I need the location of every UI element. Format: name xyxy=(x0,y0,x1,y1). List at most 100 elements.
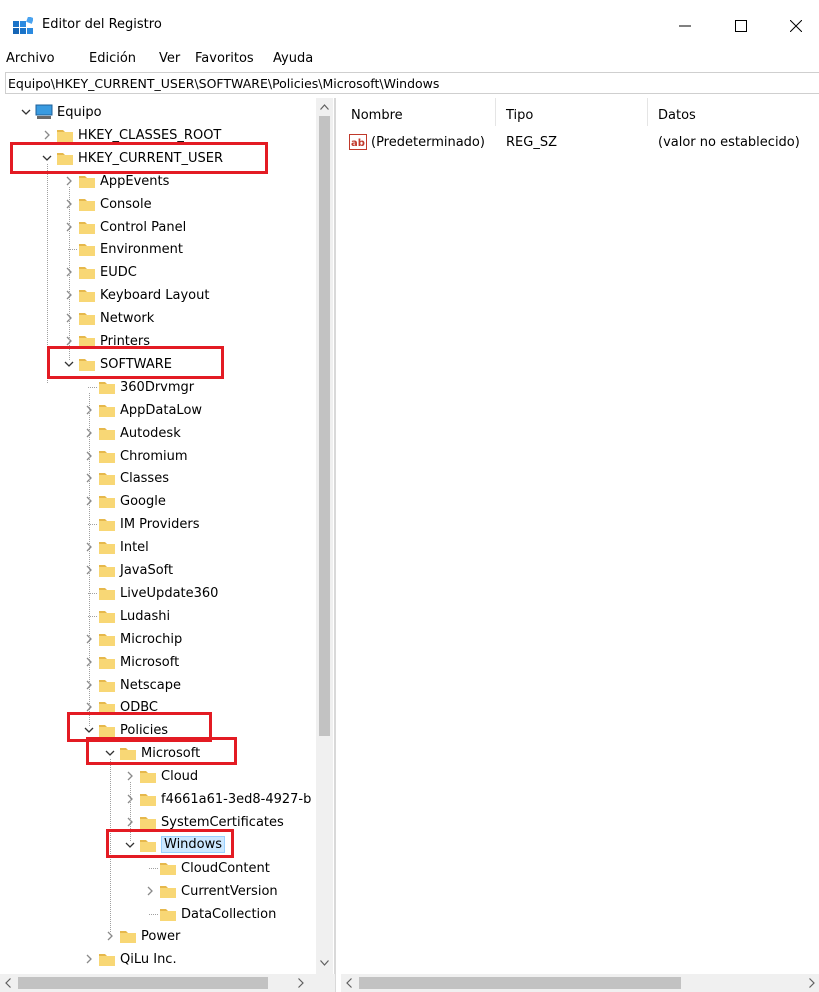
tree-node[interactable]: CloudContent xyxy=(9,858,319,880)
minimize-icon xyxy=(679,25,691,27)
window-title: Editor del Registro xyxy=(42,17,162,32)
minimize-button[interactable] xyxy=(662,8,708,44)
values-horizontal-scrollbar[interactable] xyxy=(341,974,819,992)
chevron-right-icon[interactable] xyxy=(809,978,815,988)
tree-node-label: Keyboard Layout xyxy=(100,288,210,304)
chevron-down-icon[interactable] xyxy=(19,105,33,119)
values-hscroll-thumb[interactable] xyxy=(359,977,681,989)
tree-node[interactable]: Equipo xyxy=(9,102,319,124)
folder-icon xyxy=(99,633,115,646)
column-header-nombre[interactable]: Nombre xyxy=(341,98,496,126)
menu-archivo[interactable]: Archivo xyxy=(6,51,55,66)
close-button[interactable] xyxy=(773,8,819,44)
tree-node-label: Ludashi xyxy=(120,608,171,624)
tree-node[interactable]: Microchip xyxy=(9,629,319,651)
list-item[interactable]: ab (Predeterminado) REG_SZ (valor no est… xyxy=(341,132,819,152)
tree-node[interactable]: IM Providers xyxy=(9,514,319,536)
maximize-icon xyxy=(735,20,747,32)
value-type: REG_SZ xyxy=(506,135,557,150)
tree-node[interactable]: Google xyxy=(9,491,319,513)
tree-node[interactable]: Environment xyxy=(9,239,319,261)
tree-vertical-scrollbar[interactable] xyxy=(316,98,333,974)
tree-node[interactable]: 360Drvmgr xyxy=(9,377,319,399)
tree-node[interactable]: Classes xyxy=(9,468,319,490)
tree-node[interactable]: Control Panel xyxy=(9,217,319,239)
tree-node[interactable]: LiveUpdate360 xyxy=(9,583,319,605)
tree-node-label: HKEY_CLASSES_ROOT xyxy=(78,127,222,143)
tree-horizontal-scrollbar[interactable] xyxy=(0,974,335,992)
chevron-down-icon xyxy=(320,960,329,966)
values-pane[interactable]: Nombre Tipo Datos ab (Predeterminado) RE… xyxy=(341,98,819,974)
tree-node[interactable]: JavaSoft xyxy=(9,560,319,582)
tree-node-label: Control Panel xyxy=(100,219,187,235)
menu-edicion[interactable]: Edición xyxy=(89,51,136,66)
tree-node[interactable]: Ludashi xyxy=(9,606,319,628)
chevron-right-icon[interactable] xyxy=(123,769,137,783)
tree-node[interactable]: Console xyxy=(9,194,319,216)
chevron-left-icon[interactable] xyxy=(5,978,11,988)
tree-node[interactable]: AppDataLow xyxy=(9,400,319,422)
column-header-datos[interactable]: Datos xyxy=(648,98,819,126)
column-header-tipo[interactable]: Tipo xyxy=(496,98,648,126)
scroll-down-button[interactable] xyxy=(319,956,330,970)
menu-bar: Archivo Edición Ver Favoritos Ayuda xyxy=(0,46,819,70)
column-label-datos: Datos xyxy=(658,108,696,123)
tree-node[interactable]: Chromium xyxy=(9,446,319,468)
tree-node-label: QiLu Inc. xyxy=(120,952,177,968)
scroll-up-button[interactable] xyxy=(319,100,330,114)
tree-node-label: CloudContent xyxy=(181,860,270,876)
tree-node[interactable]: f4661a61-3ed8-4927-b xyxy=(9,789,319,811)
chevron-right-icon[interactable] xyxy=(143,884,157,898)
tree-node[interactable]: Cloud xyxy=(9,766,319,788)
tree-node[interactable]: QiLu Inc. xyxy=(9,949,319,971)
tree-node-label: Environment xyxy=(100,242,184,258)
tree-hscroll-thumb[interactable] xyxy=(18,977,268,989)
tree-node-label: SystemCertificates xyxy=(161,814,284,830)
tree-node[interactable]: CurrentVersion xyxy=(9,881,319,903)
menu-ver[interactable]: Ver xyxy=(159,51,180,66)
chevron-right-icon[interactable] xyxy=(298,978,304,988)
folder-icon xyxy=(79,221,95,234)
address-path[interactable]: Equipo\HKEY_CURRENT_USER\SOFTWARE\Polici… xyxy=(8,76,439,91)
tree-node[interactable]: Microsoft xyxy=(9,652,319,674)
tree-node[interactable]: EUDC xyxy=(9,262,319,284)
folder-icon xyxy=(79,175,95,188)
folder-icon xyxy=(140,771,156,784)
folder-icon xyxy=(57,129,73,142)
tree-node-label: IM Providers xyxy=(120,517,200,533)
chevron-right-icon[interactable] xyxy=(82,952,96,966)
tree-node[interactable]: Netscape xyxy=(9,675,319,697)
menu-favoritos[interactable]: Favoritos xyxy=(195,51,254,66)
folder-icon xyxy=(79,198,95,211)
folder-icon xyxy=(99,565,115,577)
registry-editor-icon xyxy=(13,17,33,34)
chevron-right-icon[interactable] xyxy=(40,128,54,142)
tree-node[interactable]: Power xyxy=(9,926,319,948)
tree-node[interactable]: Autodesk xyxy=(9,423,319,445)
column-label-tipo: Tipo xyxy=(506,108,534,123)
tree-node-label: Console xyxy=(100,196,152,212)
folder-icon xyxy=(99,381,115,394)
tree-node-label: Classes xyxy=(120,471,169,487)
chevron-up-icon xyxy=(320,104,329,110)
svg-text:ab: ab xyxy=(351,138,365,149)
tree-guide-line xyxy=(69,186,70,360)
folder-icon xyxy=(160,862,176,875)
maximize-button[interactable] xyxy=(718,8,764,44)
address-bar[interactable]: Equipo\HKEY_CURRENT_USER\SOFTWARE\Polici… xyxy=(5,72,819,94)
menu-ayuda[interactable]: Ayuda xyxy=(273,51,313,66)
chevron-right-icon[interactable] xyxy=(62,174,76,188)
tree-node-label: 360Drvmgr xyxy=(120,379,195,395)
tree-node-label: Power xyxy=(141,929,181,945)
chevron-left-icon[interactable] xyxy=(346,978,352,988)
tree-node[interactable]: Intel xyxy=(9,537,319,559)
tree-connector xyxy=(88,386,97,388)
tree-scroll-thumb[interactable] xyxy=(319,116,330,736)
tree-node[interactable]: Keyboard Layout xyxy=(9,285,319,307)
tree-node[interactable]: DataCollection xyxy=(9,904,319,926)
folder-icon xyxy=(99,610,115,623)
folder-icon xyxy=(99,427,115,440)
folder-icon xyxy=(99,450,115,463)
tree-node[interactable]: Network xyxy=(9,308,319,330)
folder-icon xyxy=(99,954,115,967)
